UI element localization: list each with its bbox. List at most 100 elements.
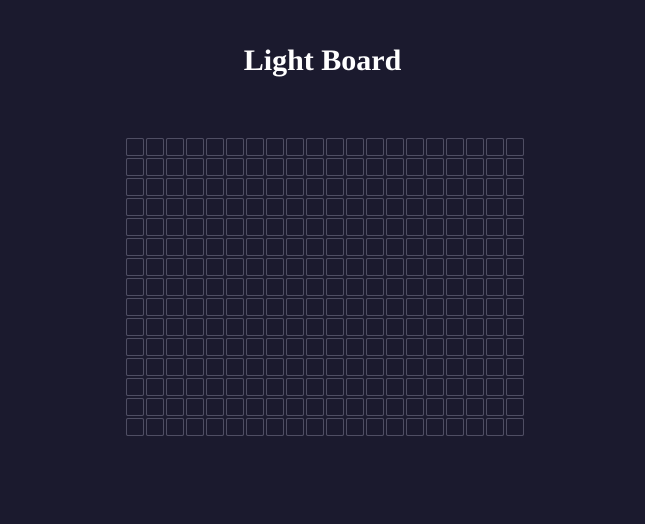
light-cell[interactable] — [466, 198, 484, 216]
light-cell[interactable] — [486, 378, 504, 396]
light-cell[interactable] — [146, 198, 164, 216]
light-cell[interactable] — [126, 258, 144, 276]
light-cell[interactable] — [366, 418, 384, 436]
light-cell[interactable] — [226, 218, 244, 236]
light-cell[interactable] — [486, 398, 504, 416]
light-cell[interactable] — [266, 258, 284, 276]
light-cell[interactable] — [186, 158, 204, 176]
light-cell[interactable] — [406, 278, 424, 296]
light-cell[interactable] — [206, 338, 224, 356]
light-cell[interactable] — [506, 258, 524, 276]
light-cell[interactable] — [206, 418, 224, 436]
light-cell[interactable] — [186, 278, 204, 296]
light-cell[interactable] — [446, 298, 464, 316]
light-cell[interactable] — [166, 178, 184, 196]
light-cell[interactable] — [186, 418, 204, 436]
light-cell[interactable] — [386, 358, 404, 376]
light-cell[interactable] — [326, 358, 344, 376]
light-cell[interactable] — [286, 398, 304, 416]
light-cell[interactable] — [466, 398, 484, 416]
light-cell[interactable] — [166, 398, 184, 416]
light-cell[interactable] — [426, 138, 444, 156]
light-cell[interactable] — [326, 278, 344, 296]
light-cell[interactable] — [266, 178, 284, 196]
light-cell[interactable] — [266, 398, 284, 416]
light-cell[interactable] — [466, 378, 484, 396]
light-cell[interactable] — [446, 358, 464, 376]
light-cell[interactable] — [506, 218, 524, 236]
light-cell[interactable] — [166, 338, 184, 356]
light-cell[interactable] — [466, 158, 484, 176]
light-cell[interactable] — [366, 138, 384, 156]
light-cell[interactable] — [306, 158, 324, 176]
light-cell[interactable] — [486, 258, 504, 276]
light-cell[interactable] — [266, 318, 284, 336]
light-cell[interactable] — [126, 238, 144, 256]
light-cell[interactable] — [386, 298, 404, 316]
light-cell[interactable] — [306, 378, 324, 396]
light-cell[interactable] — [146, 418, 164, 436]
light-cell[interactable] — [506, 338, 524, 356]
light-cell[interactable] — [246, 138, 264, 156]
light-cell[interactable] — [486, 358, 504, 376]
light-cell[interactable] — [346, 258, 364, 276]
light-cell[interactable] — [306, 218, 324, 236]
light-cell[interactable] — [246, 178, 264, 196]
light-cell[interactable] — [406, 298, 424, 316]
light-cell[interactable] — [466, 338, 484, 356]
light-cell[interactable] — [386, 138, 404, 156]
light-cell[interactable] — [446, 218, 464, 236]
light-cell[interactable] — [166, 218, 184, 236]
light-cell[interactable] — [446, 178, 464, 196]
light-cell[interactable] — [186, 358, 204, 376]
light-cell[interactable] — [206, 278, 224, 296]
light-cell[interactable] — [206, 318, 224, 336]
light-cell[interactable] — [406, 178, 424, 196]
light-cell[interactable] — [406, 238, 424, 256]
light-cell[interactable] — [286, 298, 304, 316]
light-cell[interactable] — [146, 358, 164, 376]
light-cell[interactable] — [286, 418, 304, 436]
light-cell[interactable] — [326, 258, 344, 276]
light-cell[interactable] — [246, 338, 264, 356]
light-cell[interactable] — [346, 218, 364, 236]
light-cell[interactable] — [346, 238, 364, 256]
light-cell[interactable] — [286, 178, 304, 196]
light-cell[interactable] — [186, 398, 204, 416]
light-cell[interactable] — [246, 418, 264, 436]
light-cell[interactable] — [266, 198, 284, 216]
light-cell[interactable] — [326, 218, 344, 236]
light-cell[interactable] — [206, 298, 224, 316]
light-cell[interactable] — [146, 298, 164, 316]
light-cell[interactable] — [226, 418, 244, 436]
light-cell[interactable] — [266, 418, 284, 436]
light-cell[interactable] — [126, 358, 144, 376]
light-cell[interactable] — [426, 178, 444, 196]
light-cell[interactable] — [146, 218, 164, 236]
light-cell[interactable] — [146, 338, 164, 356]
light-cell[interactable] — [286, 158, 304, 176]
light-cell[interactable] — [226, 238, 244, 256]
light-cell[interactable] — [306, 298, 324, 316]
light-cell[interactable] — [406, 138, 424, 156]
light-cell[interactable] — [306, 178, 324, 196]
light-cell[interactable] — [186, 238, 204, 256]
light-cell[interactable] — [166, 238, 184, 256]
light-cell[interactable] — [466, 358, 484, 376]
light-cell[interactable] — [246, 358, 264, 376]
light-cell[interactable] — [186, 378, 204, 396]
light-cell[interactable] — [486, 198, 504, 216]
light-cell[interactable] — [346, 158, 364, 176]
light-cell[interactable] — [346, 378, 364, 396]
light-cell[interactable] — [286, 378, 304, 396]
light-cell[interactable] — [206, 238, 224, 256]
light-cell[interactable] — [506, 238, 524, 256]
light-cell[interactable] — [506, 298, 524, 316]
light-cell[interactable] — [326, 318, 344, 336]
light-cell[interactable] — [226, 398, 244, 416]
light-cell[interactable] — [206, 258, 224, 276]
light-cell[interactable] — [506, 178, 524, 196]
light-cell[interactable] — [166, 318, 184, 336]
light-cell[interactable] — [386, 338, 404, 356]
light-cell[interactable] — [226, 358, 244, 376]
